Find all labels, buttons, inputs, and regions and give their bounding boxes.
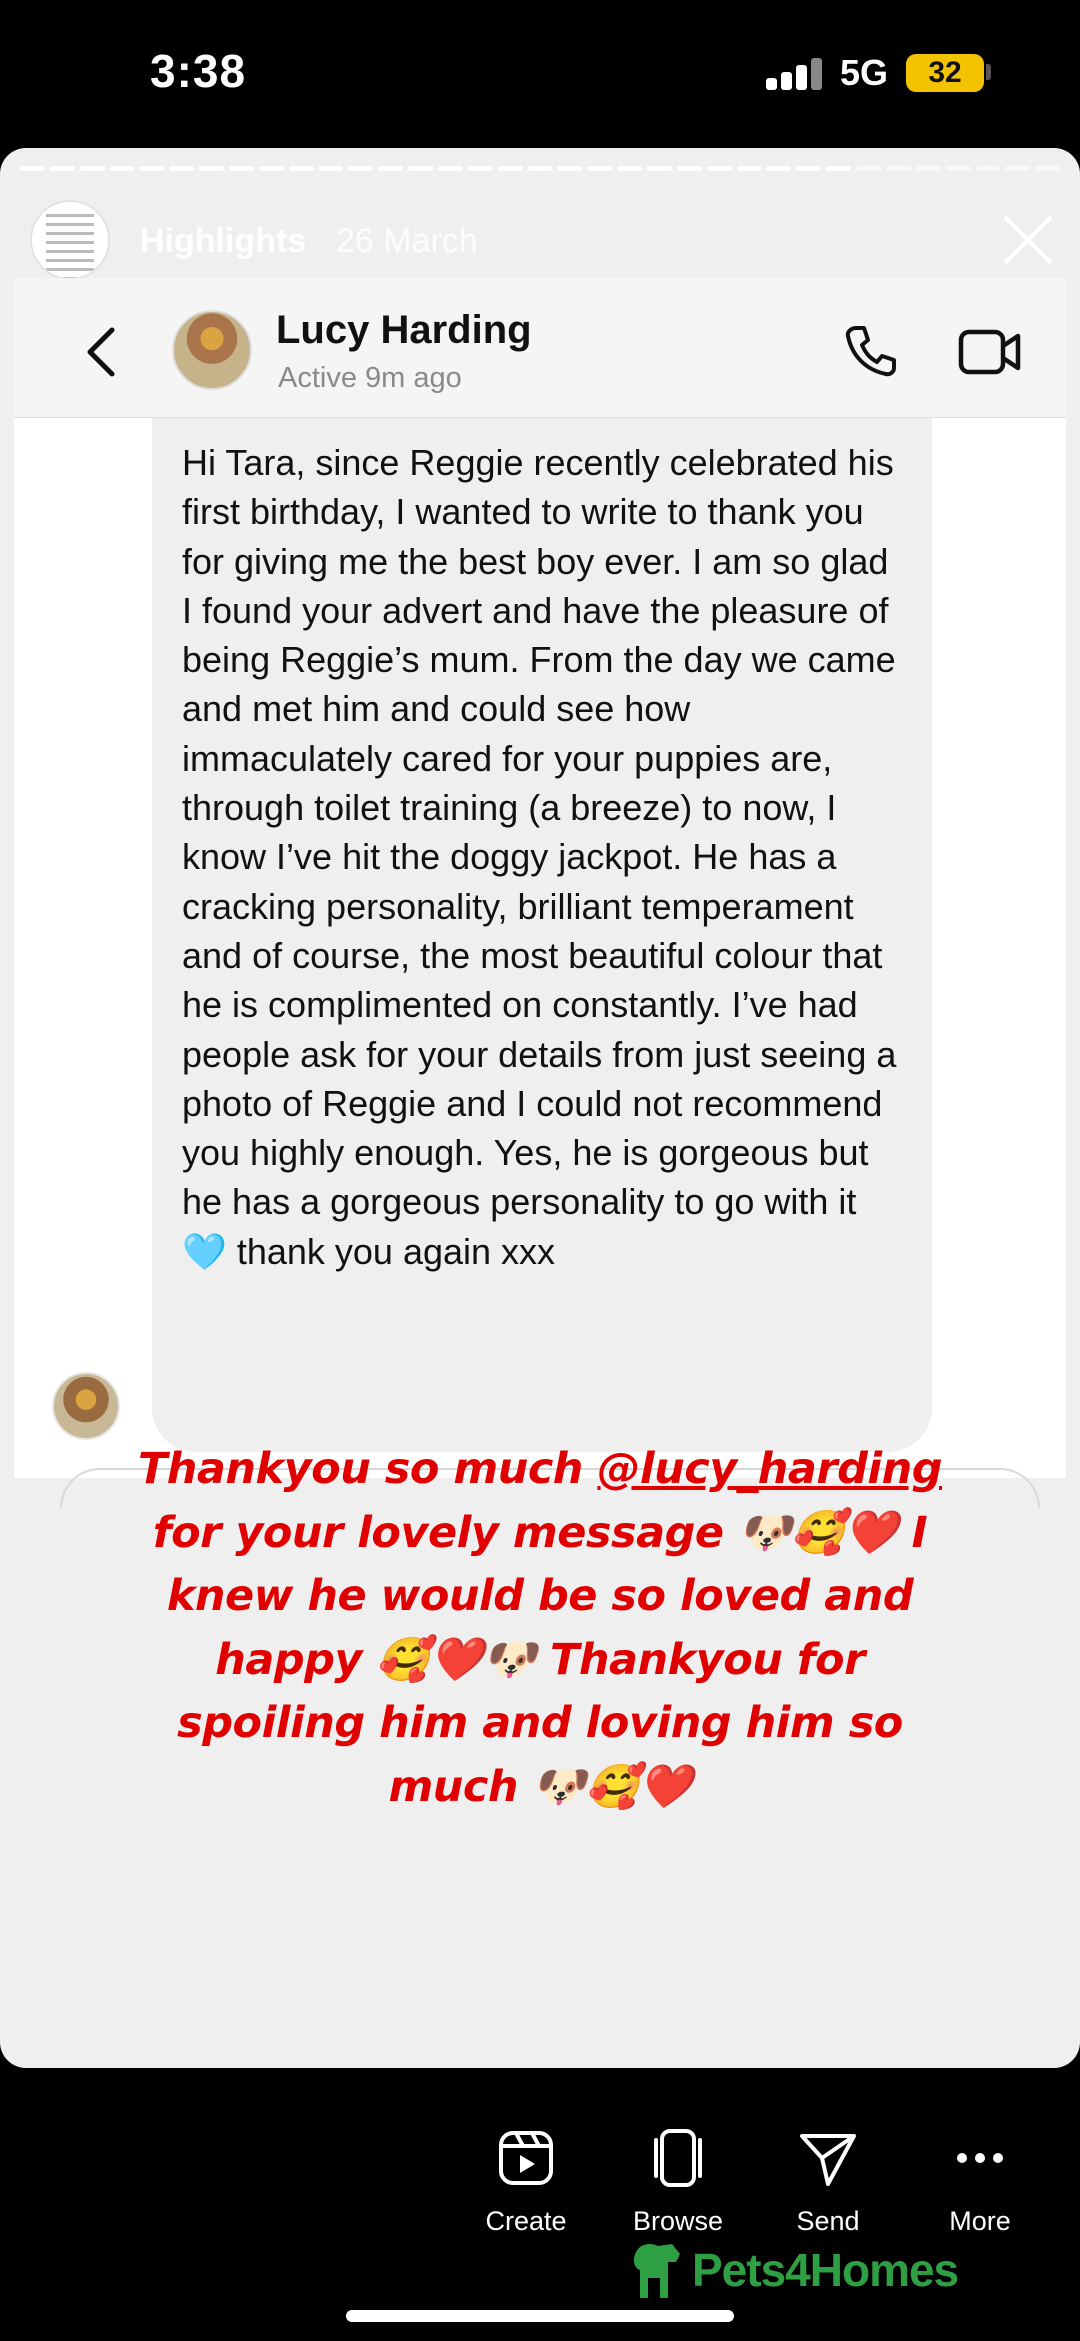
send-label: Send — [796, 2206, 860, 2236]
message-end: thank you again xxx — [236, 1230, 556, 1272]
phone-icon — [845, 326, 896, 377]
contact-status: Active 9m ago — [278, 362, 462, 394]
watermark-text: Pets4Homes — [692, 2244, 959, 2296]
message-bubble: Hi Tara, since Reggie recently celebrate… — [152, 418, 932, 1452]
create-icon — [499, 2131, 553, 2185]
contact-name: Lucy Harding — [276, 308, 532, 352]
more-label: More — [949, 2206, 1011, 2236]
network-label: 5G — [840, 52, 889, 93]
status-bar: 3:38 5G 32 — [0, 0, 1080, 148]
story-caption: Thankyou so much @lucy_harding for your … — [120, 1438, 960, 1820]
message-text: Hi Tara, since Reggie recently celebrate… — [182, 442, 897, 1223]
battery-icon: 32 — [906, 54, 984, 92]
caption-part1: Thankyou so much — [137, 1444, 583, 1494]
battery-tip — [986, 64, 991, 80]
more-icon — [957, 2153, 1003, 2163]
send-icon — [800, 2134, 856, 2186]
create-button[interactable]: Create — [456, 2128, 596, 2237]
browse-label: Browse — [632, 2206, 724, 2236]
browse-button[interactable]: Browse — [608, 2128, 748, 2237]
story-title[interactable]: Highlights — [140, 222, 306, 261]
more-button[interactable]: More — [910, 2128, 1050, 2237]
story-progress — [20, 166, 1061, 171]
chat-screenshot: Lucy Harding Active 9m ago Hi Tara, sinc… — [14, 278, 1066, 1508]
bottom-action-bar: Create Browse Send More — [0, 2068, 1080, 2341]
video-call-icon — [958, 329, 1021, 375]
back-icon — [87, 327, 115, 377]
highlight-avatar[interactable] — [30, 200, 110, 280]
signal-icon — [766, 58, 824, 90]
heart-emoji: 🩵 — [182, 1230, 227, 1272]
pets4homes-watermark: Pets4Homes — [628, 2240, 959, 2300]
create-label: Create — [485, 2206, 567, 2236]
browse-icon — [654, 2129, 702, 2187]
sender-avatar — [52, 1372, 120, 1440]
status-time: 3:38 — [150, 45, 247, 97]
send-button[interactable]: Send — [758, 2128, 898, 2237]
caption-mention[interactable]: @lucy_harding — [597, 1444, 942, 1494]
close-icon[interactable] — [1000, 212, 1056, 268]
story-viewer[interactable]: Highlights 26 March Lucy Harding Active … — [0, 148, 1080, 2068]
home-indicator[interactable] — [346, 2310, 734, 2322]
caption-part2: for your lovely message 🐶🥰❤️ I knew he w… — [152, 1507, 928, 1812]
story-date: 26 March — [336, 222, 478, 260]
contact-avatar — [172, 310, 252, 390]
dog-icon — [633, 2244, 680, 2298]
chat-header: Lucy Harding Active 9m ago — [14, 278, 1066, 418]
